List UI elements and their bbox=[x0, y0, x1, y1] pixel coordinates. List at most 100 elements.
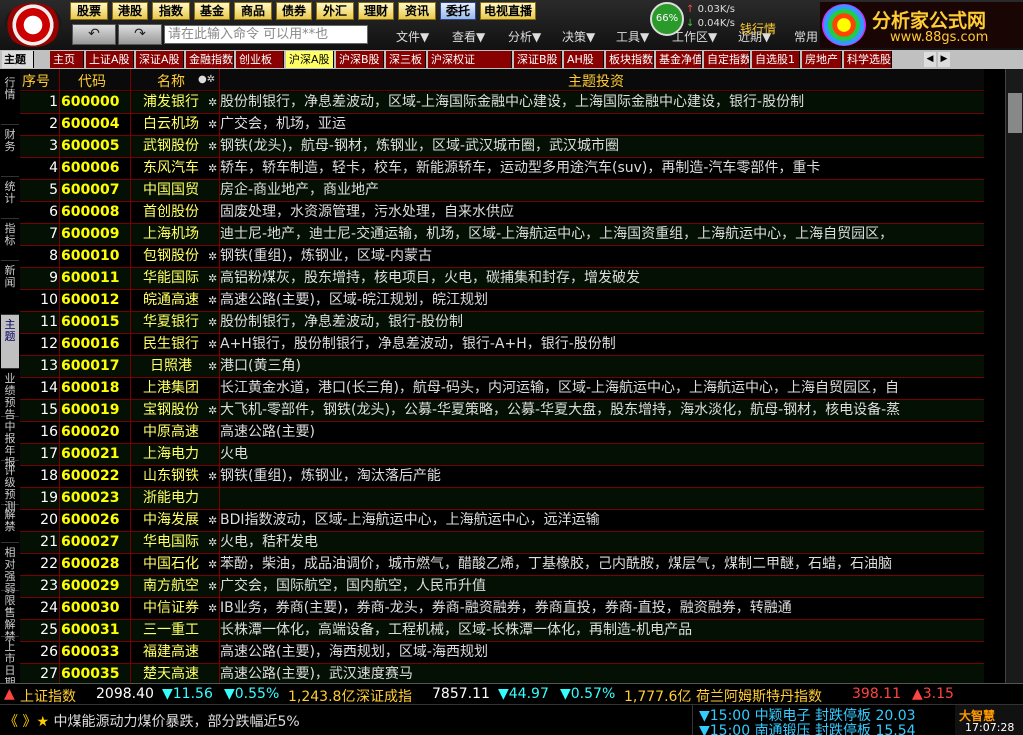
menu-button-2[interactable]: 指数 bbox=[152, 2, 190, 20]
tab-3[interactable]: 金融指数 bbox=[186, 51, 234, 68]
table-row[interactable]: 22 600028 中国石化 ✲ 苯酚，柴油，成品油调价，城市燃气，醋酸乙烯，丁基橡胶，… bbox=[20, 554, 984, 576]
sz-index-name[interactable]: 深证成指 bbox=[356, 686, 412, 704]
tab-0[interactable]: 主页 bbox=[50, 51, 84, 68]
col-code-header[interactable]: 代码 bbox=[78, 71, 106, 91]
menu-button-9[interactable]: 委托 bbox=[440, 2, 476, 20]
table-row[interactable]: 19 600023 浙能电力 bbox=[20, 488, 984, 510]
row-topic: 迪士尼-地产，迪士尼-交通运输，机场，区域-上海航运中心，上海国资重组，上海航运… bbox=[220, 226, 894, 242]
side-tab-4[interactable]: 新闻 bbox=[1, 261, 19, 315]
tab-8[interactable]: 沪深权证 bbox=[428, 51, 512, 68]
menu-button-4[interactable]: 商品 bbox=[234, 2, 272, 20]
side-tab-1[interactable]: 财务 bbox=[1, 125, 19, 177]
side-tab-3[interactable]: 指标 bbox=[1, 219, 19, 261]
menu-button-1[interactable]: 港股 bbox=[112, 2, 148, 20]
dropdown-menu-7[interactable]: 常用 bbox=[794, 28, 818, 45]
tab-10[interactable]: AH股 bbox=[564, 51, 604, 68]
aex-index-name[interactable]: 荷兰阿姆斯特丹指数 bbox=[696, 686, 822, 704]
tab-15[interactable]: 房地产 bbox=[802, 51, 842, 68]
tab-16[interactable]: 科学选股 bbox=[844, 51, 892, 68]
alert-item[interactable]: ▼15:00 南通锻压 封跌停板 15.54 bbox=[699, 720, 916, 735]
table-row[interactable]: 5 600007 中国国贸 房企-商业地产，商业地产 bbox=[20, 180, 984, 202]
table-row[interactable]: 11 600015 华夏银行 ✲ 股份制银行，净息差波动，银行-股份制 bbox=[20, 312, 984, 334]
side-tab-0[interactable]: 行情 bbox=[1, 73, 19, 125]
tab-12[interactable]: 基金净值 bbox=[656, 51, 702, 68]
tab-2[interactable]: 深证A股 bbox=[136, 51, 184, 68]
menu-button-0[interactable]: 股票 bbox=[70, 2, 108, 20]
table-row[interactable]: 1 600000 浦发银行 ✲ 股份制银行，净息差波动，区域-上海国际金融中心建设，上海… bbox=[20, 92, 984, 114]
brand-banner[interactable]: 分析家公式网 www.88gs.com bbox=[820, 2, 1023, 48]
scroll-thumb[interactable] bbox=[1008, 93, 1022, 133]
col-topic-header[interactable]: 主题投资 bbox=[568, 71, 624, 91]
dropdown-menu-2[interactable]: 分析▼ bbox=[508, 28, 541, 45]
table-row[interactable]: 13 600017 日照港 ✲ 港口(黄三角) bbox=[20, 356, 984, 378]
news-ticker[interactable]: 《 》★ 中煤能源动力煤价暴跌，部分跌幅近5% bbox=[4, 711, 300, 731]
menu-button-6[interactable]: 外汇 bbox=[316, 2, 354, 20]
table-row[interactable]: 26 600033 福建高速 高速公路(主要)，海西规划，区域-海西规划 bbox=[20, 642, 984, 664]
table-row[interactable]: 3 600005 武钢股份 ✲ 钢铁(龙头)，航母-钢材，炼钢业，区域-武汉城市圈，武汉… bbox=[20, 136, 984, 158]
dropdown-menu-3[interactable]: 决策▼ bbox=[562, 28, 595, 45]
table-row[interactable]: 15 600019 宝钢股份 ✲ 大飞机-零部件，钢铁(龙头)，公募-华夏策略，公募-华… bbox=[20, 400, 984, 422]
back-button[interactable]: ↶ bbox=[72, 24, 116, 45]
col-seq-header[interactable]: 序号 bbox=[22, 71, 50, 91]
tab-1[interactable]: 上证A股 bbox=[86, 51, 134, 68]
forward-button[interactable]: ↷ bbox=[118, 24, 162, 45]
tab-9[interactable]: 深证B股 bbox=[514, 51, 562, 68]
table-row[interactable]: 4 600006 东风汽车 ✲ 轿车，轿车制造，轻卡，校车，新能源轿车，运动型多用途汽车… bbox=[20, 158, 984, 180]
tab-6[interactable]: 沪深B股 bbox=[336, 51, 384, 68]
side-tab-9[interactable]: 解禁 bbox=[1, 505, 19, 543]
table-row[interactable]: 8 600010 包钢股份 ✲ 钢铁(重组)，炼钢业，区域-内蒙古 bbox=[20, 246, 984, 268]
tab-head[interactable]: 主题 bbox=[2, 51, 34, 68]
command-input[interactable]: 请在此输入命令 可以用**也 bbox=[164, 25, 368, 44]
side-tab-5[interactable]: 主题 bbox=[1, 315, 19, 369]
side-tab-8[interactable]: 评级预测 bbox=[1, 461, 19, 513]
table-row[interactable]: 14 600018 上港集团 长江黄金水道，港口(长三角)，航母-码头，内河运输，区域… bbox=[20, 378, 984, 400]
menu-button-7[interactable]: 理财 bbox=[358, 2, 394, 20]
tab-4[interactable]: 创业板 bbox=[236, 51, 284, 68]
row-code: 600011 bbox=[61, 270, 120, 286]
table-row[interactable]: 2 600004 白云机场 ✲ 广交会，机场，亚运 bbox=[20, 114, 984, 136]
tab-5[interactable]: 沪深A股 bbox=[286, 51, 334, 68]
table-row[interactable]: 20 600026 中海发展 ✲ BDI指数波动，区域-上海航运中心，上海航运中心，远洋… bbox=[20, 510, 984, 532]
sh-index-name[interactable]: 上证指数 bbox=[20, 686, 76, 704]
dropdown-menu-0[interactable]: 文件▼ bbox=[396, 28, 429, 45]
table-row[interactable]: 10 600012 皖通高速 ✲ 高速公路(主要)，区域-皖江规划，皖江规划 bbox=[20, 290, 984, 312]
tab-scroll-arrow-left-icon[interactable]: ◀ bbox=[924, 52, 936, 67]
menu-button-10[interactable]: 电视直播 bbox=[480, 2, 536, 20]
table-row[interactable]: 6 600008 首创股份 固废处理，水资源管理，污水处理，自来水供应 bbox=[20, 202, 984, 224]
news-text[interactable]: 中煤能源动力煤价暴跌，部分跌幅近5% bbox=[53, 714, 299, 730]
menu-button-3[interactable]: 基金 bbox=[194, 2, 230, 20]
vertical-scrollbar[interactable] bbox=[1005, 69, 1023, 683]
table-row[interactable]: 12 600016 民生银行 ✲ A+H银行，股份制银行，净息差波动，银行-A+H，银行… bbox=[20, 334, 984, 356]
table-row[interactable]: 16 600020 中原高速 高速公路(主要) bbox=[20, 422, 984, 444]
table-row[interactable]: 18 600022 山东钢铁 ✲ 钢铁(重组)，炼钢业，淘汰落后产能 bbox=[20, 466, 984, 488]
table-row[interactable]: 17 600021 上海电力 火电 bbox=[20, 444, 984, 466]
tab-scroll-arrow-right-icon[interactable]: ▶ bbox=[938, 52, 950, 67]
tab-14[interactable]: 自选股1 bbox=[752, 51, 800, 68]
tab-11[interactable]: 板块指数 bbox=[606, 51, 654, 68]
table-row[interactable]: 24 600030 中信证券 ✲ IB业务，券商(主要)，券商-龙头，券商-融资融券，券… bbox=[20, 598, 984, 620]
col-name-header[interactable]: 名称 bbox=[157, 71, 185, 91]
table-row[interactable]: 25 600031 三一重工 长株潭一体化，高端设备，工程机械，区域-长株潭一体化，再… bbox=[20, 620, 984, 642]
side-tab-11[interactable]: 限售解禁 bbox=[1, 591, 19, 643]
dropdown-menu-4[interactable]: 工具▼ bbox=[616, 28, 649, 45]
table-row[interactable]: 21 600027 华电国际 ✲ 火电，秸秆发电 bbox=[20, 532, 984, 554]
row-name: 中国石化 bbox=[143, 556, 199, 572]
tab-13[interactable]: 自定指数 bbox=[704, 51, 750, 68]
table-row[interactable]: 9 600011 华能国际 ✲ 高铝粉煤灰，股东增持，核电项目，火电，碳捕集和封存，增发… bbox=[20, 268, 984, 290]
tab-7[interactable]: 深三板 bbox=[386, 51, 426, 68]
news-nav-icons[interactable]: 《 》★ bbox=[4, 714, 49, 730]
menu-button-5[interactable]: 债券 bbox=[276, 2, 312, 20]
side-tab-7[interactable]: 中报年报 bbox=[1, 417, 19, 469]
table-row[interactable]: 27 600035 楚天高速 高速公路(主要)，武汉速度赛马 bbox=[20, 664, 984, 683]
row-topic: 大飞机-零部件，钢铁(龙头)，公募-华夏策略，公募-华夏大盘，股东增持，海水淡化… bbox=[220, 402, 901, 418]
dropdown-menu-1[interactable]: 查看▼ bbox=[452, 28, 485, 45]
side-tab-2[interactable]: 统计 bbox=[1, 177, 19, 219]
row-topic: 广交会，机场，亚运 bbox=[220, 116, 346, 132]
side-tab-12[interactable]: 上市日期 bbox=[1, 637, 19, 684]
menu-button-8[interactable]: 资讯 bbox=[398, 2, 436, 20]
table-row[interactable]: 23 600029 南方航空 ✲ 广交会，国际航空，国内航空，人民币升值 bbox=[20, 576, 984, 598]
side-tab-10[interactable]: 相对强弱 bbox=[1, 543, 19, 595]
side-tab-6[interactable]: 业绩预告 bbox=[1, 369, 19, 421]
table-row[interactable]: 7 600009 上海机场 迪士尼-地产，迪士尼-交通运输，机场，区域-上海航运中心，… bbox=[20, 224, 984, 246]
row-seq: 14 bbox=[40, 380, 58, 396]
